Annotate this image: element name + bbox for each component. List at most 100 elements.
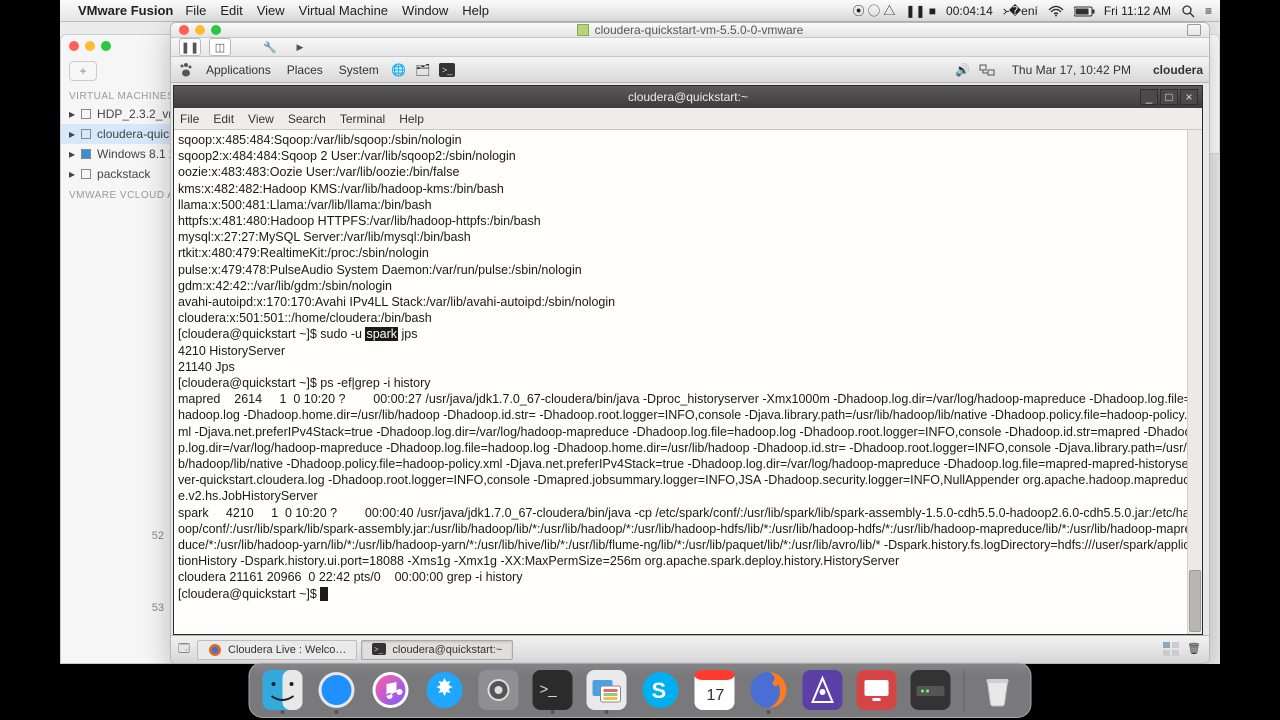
terminal-menubar: File Edit View Search Terminal Help (174, 108, 1202, 130)
terminal-scrollbar[interactable] (1187, 130, 1202, 634)
menu-view[interactable]: View (257, 3, 285, 18)
guest-user[interactable]: cloudera (1153, 63, 1203, 77)
prompt: [cloudera@quickstart ~]$ (178, 376, 320, 390)
menu-edit[interactable]: Edit (220, 3, 242, 18)
settings-icon[interactable]: 🔧 (259, 38, 281, 56)
taskbar-item-firefox[interactable]: Cloudera Live : Welco… (197, 640, 357, 660)
vm-minimize-button[interactable] (195, 25, 205, 35)
menu-window[interactable]: Window (402, 3, 448, 18)
dock-settings-icon[interactable] (476, 667, 522, 713)
gnome-top-panel: Applications Places System 🌐 🗂 >_ 🔊 Thu … (171, 57, 1209, 83)
guest-clock[interactable]: Thu Mar 17, 10:42 PM (1012, 63, 1131, 77)
prompt: [cloudera@quickstart ~]$ (178, 327, 320, 341)
pause-indicator-icon[interactable]: ❚❚ ■ (905, 4, 936, 18)
dock-itunes-icon[interactable] (368, 667, 414, 713)
bluetooth-icon[interactable]: ᚛�ení (1003, 4, 1038, 18)
terminal-close-button[interactable]: × (1180, 89, 1198, 105)
vmware-vm-window: cloudera-quickstart-vm-5.5.0-0-vmware ❚❚… (170, 22, 1210, 664)
network-icon[interactable] (978, 61, 996, 79)
spotlight-icon[interactable] (1181, 3, 1195, 18)
term-menu-search[interactable]: Search (288, 112, 326, 126)
prompt: [cloudera@quickstart ~]$ (178, 587, 320, 601)
svg-text:>_: >_ (374, 645, 384, 654)
svg-text:17: 17 (707, 687, 725, 704)
term-menu-terminal[interactable]: Terminal (340, 112, 385, 126)
terminal-window: cloudera@quickstart:~ _ □ × File Edit Vi… (173, 85, 1203, 635)
workspace-switcher-icon[interactable] (1163, 642, 1179, 658)
terminal-launcher-icon[interactable]: >_ (438, 61, 456, 79)
term-menu-view[interactable]: View (248, 112, 274, 126)
zoom-button[interactable] (101, 41, 111, 51)
guest-trash-icon[interactable]: 🗑 (1187, 642, 1203, 658)
browser-launcher-icon[interactable]: 🌐 (390, 61, 408, 79)
jps-output: 4210 HistoryServer 21140 Jps (178, 344, 285, 374)
vm-icon (577, 24, 589, 36)
term-menu-edit[interactable]: Edit (213, 112, 234, 126)
pause-vm-button[interactable]: ❚❚ (179, 38, 201, 56)
dock-terminal-icon[interactable]: >_ (530, 667, 576, 713)
vm-close-button[interactable] (179, 25, 189, 35)
dock-appstore-icon[interactable] (422, 667, 468, 713)
applications-menu[interactable]: Applications (201, 63, 276, 77)
app-name[interactable]: VMware Fusion (78, 3, 173, 18)
snapshot-button[interactable]: ◫ (209, 38, 231, 56)
show-desktop-icon[interactable]: 🗔 (175, 641, 193, 659)
window-mode-icon[interactable] (1187, 24, 1201, 36)
minimize-button[interactable] (85, 41, 95, 51)
close-button[interactable] (69, 41, 79, 51)
dock-imovie-icon[interactable] (800, 667, 846, 713)
gnome-foot-icon[interactable] (177, 61, 195, 79)
terminal-minimize-button[interactable]: _ (1140, 89, 1158, 105)
system-menu[interactable]: System (334, 63, 384, 77)
terminal-body[interactable]: sqoop:x:485:484:Sqoop:/var/lib/sqoop:/sb… (174, 130, 1202, 634)
mac-menubar: VMware Fusion File Edit View Virtual Mac… (60, 0, 1220, 22)
gnome-bottom-panel: 🗔 Cloudera Live : Welco… >_ cloudera@qui… (171, 635, 1209, 663)
term-menu-file[interactable]: File (180, 112, 199, 126)
guest-os: Applications Places System 🌐 🗂 >_ 🔊 Thu … (171, 57, 1209, 663)
vm-zoom-button[interactable] (211, 25, 221, 35)
dock-router-icon[interactable] (908, 667, 954, 713)
recording-indicator-icon[interactable]: ⦿ ◯ △ (853, 2, 896, 19)
scrollbar-thumb[interactable] (1189, 570, 1201, 632)
vm-title: cloudera-quickstart-vm-5.5.0-0-vmware (595, 23, 804, 37)
dock-vmware-icon[interactable] (584, 667, 630, 713)
dock-skype-icon[interactable]: S (638, 667, 684, 713)
wifi-icon[interactable] (1048, 4, 1064, 18)
add-vm-button[interactable]: + (69, 61, 97, 81)
file-manager-launcher-icon[interactable]: 🗂 (414, 61, 432, 79)
editor-gutter: 5253 (132, 500, 164, 644)
dock-remotedesktop-icon[interactable] (854, 667, 900, 713)
cursor (320, 587, 328, 601)
mac-dock: >_ S 17 (249, 662, 1032, 718)
mac-clock[interactable]: Fri 11:12 AM (1104, 4, 1171, 18)
dock-finder-icon[interactable] (260, 667, 306, 713)
places-menu[interactable]: Places (282, 63, 328, 77)
menu-file[interactable]: File (185, 3, 206, 18)
vmware-titlebar[interactable]: cloudera-quickstart-vm-5.5.0-0-vmware (171, 23, 1209, 38)
term-menu-help[interactable]: Help (399, 112, 424, 126)
firefox-icon (208, 643, 222, 657)
battery-icon[interactable] (1074, 4, 1096, 18)
vmware-toolbar: ❚❚ ◫ 🔧 ▶ (171, 38, 1209, 57)
dock-trash-icon[interactable] (975, 667, 1021, 713)
terminal-titlebar[interactable]: cloudera@quickstart:~ _ □ × (174, 86, 1202, 108)
menu-virtual-machine[interactable]: Virtual Machine (299, 3, 388, 18)
run-icon[interactable]: ▶ (289, 38, 311, 56)
taskbar-item-terminal[interactable]: >_ cloudera@quickstart:~ (361, 640, 513, 660)
terminal-title: cloudera@quickstart:~ (628, 90, 748, 104)
notification-center-icon[interactable]: ≡ (1205, 4, 1212, 18)
volume-icon[interactable]: 🔊 (954, 61, 972, 79)
dock-safari-icon[interactable] (314, 667, 360, 713)
dock-firefox-icon[interactable] (746, 667, 792, 713)
passwd-output: sqoop:x:485:484:Sqoop:/var/lib/sqoop:/sb… (178, 133, 615, 325)
terminal-icon: >_ (372, 643, 386, 657)
recording-timer: 00:04:14 (946, 4, 993, 18)
desktop: + VIRTUAL MACHINES ▸HDP_2.3.2_vm ▸cloude… (60, 22, 1220, 664)
dock-separator (964, 669, 965, 711)
svg-text:>_: >_ (540, 681, 558, 698)
terminal-maximize-button[interactable]: □ (1160, 89, 1178, 105)
highlighted-word: spark (365, 327, 398, 341)
dock-calendar-icon[interactable]: 17 (692, 667, 738, 713)
menu-help[interactable]: Help (462, 3, 489, 18)
ps-output: mapred 2614 1 0 10:20 ? 00:00:27 /usr/ja… (178, 392, 1197, 584)
